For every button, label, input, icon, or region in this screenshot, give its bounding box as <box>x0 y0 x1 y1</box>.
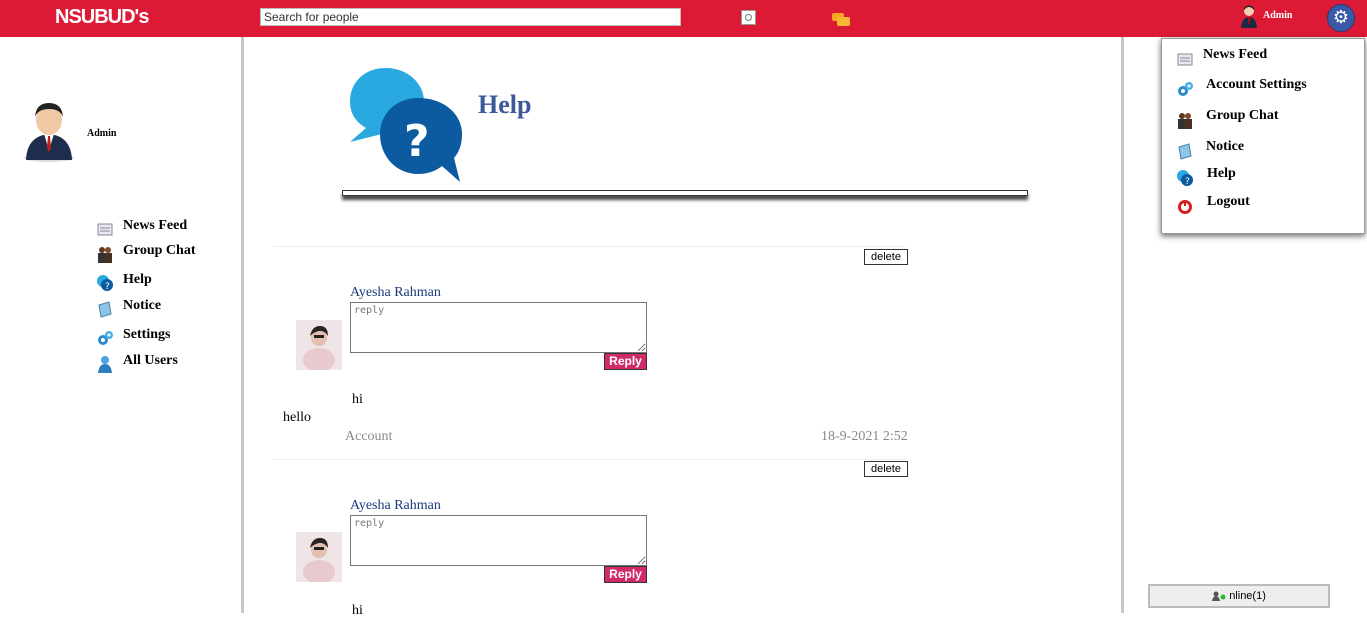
profile-name[interactable]: Admin <box>87 128 116 139</box>
post-author[interactable]: Ayesha Rahman <box>350 285 441 301</box>
left-divider <box>241 37 244 613</box>
online-users-bar[interactable]: nline(1) <box>1148 584 1330 608</box>
nav-label: Help <box>123 272 152 287</box>
reply-input[interactable] <box>350 302 647 353</box>
notice-icon <box>98 301 112 318</box>
online-user-icon <box>1212 591 1226 602</box>
reply-button[interactable]: Reply <box>604 353 647 370</box>
news-feed-icon <box>97 223 113 236</box>
post-text: hi <box>352 392 363 407</box>
reply-input[interactable] <box>350 515 647 566</box>
help-icon: ? <box>97 275 113 292</box>
post-timestamp: 18-9-2021 2:52 <box>821 429 908 444</box>
top-bar: NSUBUD's Admin ⚙ <box>0 0 1367 37</box>
post-account: Account <box>345 429 393 444</box>
user-avatar-icon[interactable] <box>1240 4 1258 28</box>
left-nav-news-feed[interactable]: News Feed <box>96 218 236 238</box>
reply-button[interactable]: Reply <box>604 566 647 583</box>
nav-label: All Users <box>123 353 178 368</box>
logout-icon <box>1178 200 1192 214</box>
nav-label: Group Chat <box>123 243 196 258</box>
left-nav-group-chat[interactable]: Group Chat <box>96 243 236 263</box>
user-name[interactable]: Admin <box>1263 10 1292 21</box>
menu-label: Help <box>1207 166 1236 181</box>
settings-icon <box>1178 82 1193 96</box>
title-divider <box>342 190 1028 196</box>
right-divider <box>1121 37 1124 613</box>
gear-icon[interactable]: ⚙ <box>1327 4 1355 32</box>
left-nav-all-users[interactable]: All Users <box>96 353 236 373</box>
menu-item-account-settings[interactable]: Account Settings <box>1162 77 1362 99</box>
nav-label: Settings <box>123 327 171 342</box>
settings-icon <box>98 331 113 345</box>
left-nav-help[interactable]: ? Help <box>96 272 236 292</box>
help-icon: ? <box>1177 170 1193 187</box>
menu-item-logout[interactable]: Logout <box>1162 194 1362 216</box>
author-avatar[interactable] <box>296 532 342 582</box>
menu-label: Group Chat <box>1206 108 1279 123</box>
group-chat-icon <box>98 247 112 263</box>
menu-item-news-feed[interactable]: News Feed <box>1162 47 1362 69</box>
news-feed-icon <box>1177 53 1193 66</box>
delete-button[interactable]: delete <box>864 249 908 265</box>
search-button[interactable] <box>741 10 756 25</box>
post-author[interactable]: Ayesha Rahman <box>350 498 441 514</box>
nav-label: Notice <box>123 298 162 313</box>
menu-item-group-chat[interactable]: Group Chat <box>1162 108 1362 130</box>
post-divider <box>273 246 906 247</box>
comment-text: hello <box>283 410 311 425</box>
menu-label: News Feed <box>1203 47 1268 62</box>
all-users-icon <box>98 356 112 373</box>
post-text: hi <box>352 603 363 618</box>
svg-text:?: ? <box>105 282 110 292</box>
left-nav-notice[interactable]: Notice <box>96 298 236 318</box>
online-label: nline(1) <box>1229 590 1266 602</box>
notice-icon <box>1178 143 1192 160</box>
help-icon: ? <box>350 68 462 182</box>
delete-button[interactable]: delete <box>864 461 908 477</box>
profile-avatar[interactable] <box>22 100 76 162</box>
left-nav-settings[interactable]: Settings <box>96 327 236 347</box>
menu-label: Account Settings <box>1206 77 1307 92</box>
svg-text:?: ? <box>404 116 430 167</box>
menu-label: Notice <box>1206 139 1245 154</box>
logo[interactable]: NSUBUD's <box>55 6 149 29</box>
page-title: Help <box>478 90 532 119</box>
svg-text:?: ? <box>1185 177 1190 187</box>
author-avatar[interactable] <box>296 320 342 370</box>
settings-dropdown-menu: News Feed Account Settings Group Chat No… <box>1161 38 1365 234</box>
menu-label: Logout <box>1207 194 1250 209</box>
nav-label: News Feed <box>123 218 188 233</box>
messages-icon[interactable] <box>832 13 850 27</box>
menu-item-help[interactable]: ? Help <box>1162 166 1362 188</box>
group-chat-icon <box>1178 113 1192 129</box>
menu-item-notice[interactable]: Notice <box>1162 139 1362 161</box>
search-input[interactable] <box>260 8 681 26</box>
post-divider <box>273 459 906 460</box>
